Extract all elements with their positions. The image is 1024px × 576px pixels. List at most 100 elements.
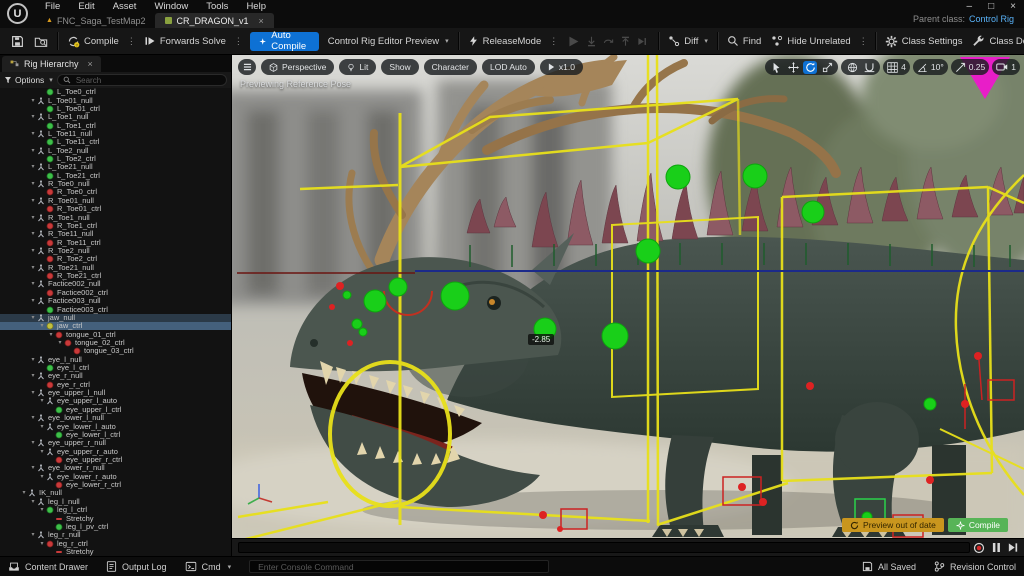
compile-button[interactable]: ? Compile [62,31,124,51]
class-defaults-button[interactable]: Class Defaults [967,31,1024,51]
maximize-button[interactable]: □ [988,1,994,12]
search-box[interactable] [56,74,227,86]
select-tool-icon[interactable] [769,61,783,74]
save-button[interactable] [6,31,29,51]
find-button[interactable]: Find [722,31,766,51]
expand-arrow[interactable]: ▾ [29,498,37,506]
tree-item-L_Toe01_null[interactable]: ▾ L_Toe01_null [0,96,231,104]
expand-arrow[interactable]: ▾ [47,331,55,339]
menu-edit[interactable]: Edit [69,0,103,13]
rotation-snap-toggle[interactable]: 10° [912,59,948,75]
tree-item-L_Toe11_null[interactable]: ▾ L_Toe11_null [0,129,231,138]
timeline-track[interactable] [238,542,970,553]
viewport-3d-scene[interactable] [232,55,1024,538]
tree-item-L_Toe01_ctrl[interactable]: L_Toe01_ctrl [0,104,231,113]
menu-help[interactable]: Help [237,0,275,13]
perspective-dropdown[interactable]: Perspective [261,59,335,75]
expand-arrow[interactable]: ▾ [38,540,46,548]
expand-arrow[interactable]: ▾ [29,130,37,138]
expand-arrow[interactable]: ▾ [29,372,37,380]
tree-item-R_Toe1_null[interactable]: ▾ R_Toe1_null [0,213,231,221]
tree-item-L_Toe2_null[interactable]: ▾ L_Toe2_null [0,146,231,155]
tree-item-jaw_null[interactable]: ▾ jaw_null [0,313,231,323]
expand-arrow[interactable]: ▾ [38,322,46,330]
forwards-solve-options-icon[interactable]: ⋮ [231,36,246,47]
expand-arrow[interactable]: ▾ [29,314,37,322]
tree-item-Factice002_ctrl[interactable]: Factice002_ctrl [0,288,231,297]
tree-item-tongue_03_ctrl[interactable]: tongue_03_ctrl [0,347,231,355]
tree-item-L_Toe0_ctrl[interactable]: L_Toe0_ctrl [0,88,231,96]
tree-item-R_Toe1_ctrl[interactable]: R_Toe1_ctrl [0,221,231,230]
menu-file[interactable]: File [36,0,69,13]
tree-item-eye_lower_r_ctrl[interactable]: eye_lower_r_ctrl [0,481,231,489]
tree-item-L_Toe21_ctrl[interactable]: L_Toe21_ctrl [0,171,231,180]
show-dropdown[interactable]: Show [381,59,419,75]
expand-arrow[interactable]: ▾ [29,230,37,238]
options-dropdown[interactable]: Options ▾ [4,75,53,85]
expand-arrow[interactable]: ▾ [38,473,46,481]
parent-class-link[interactable]: Control Rig [969,14,1014,24]
tree-item-leg_l_null[interactable]: ▾ leg_l_null [0,497,231,506]
expand-arrow[interactable]: ▾ [29,97,37,105]
tree-item-R_Toe11_ctrl[interactable]: R_Toe11_ctrl [0,238,231,246]
tree-item-leg_l_ctrl[interactable]: ▾ leg_l_ctrl [0,506,231,514]
world-space-icon[interactable] [845,61,859,74]
expand-arrow[interactable]: ▾ [20,489,28,497]
tree-item-R_Toe01_null[interactable]: ▾ R_Toe01_null [0,196,231,205]
rotate-tool-icon[interactable] [803,60,818,74]
menu-tools[interactable]: Tools [197,0,237,13]
minimize-button[interactable]: – [967,1,973,12]
expand-arrow[interactable]: ▾ [29,389,37,397]
tree-item-R_Toe0_ctrl[interactable]: R_Toe0_ctrl [0,188,231,196]
expand-arrow[interactable]: ▾ [29,414,37,422]
release-mode-options-icon[interactable]: ⋮ [546,36,561,47]
expand-arrow[interactable]: ▾ [29,356,37,364]
class-settings-button[interactable]: Class Settings [880,31,968,51]
expand-arrow[interactable]: ▾ [29,163,37,171]
tree-item-R_Toe21_null[interactable]: ▾ R_Toe21_null [0,263,231,272]
expand-arrow[interactable]: ▾ [56,339,64,347]
console-input-box[interactable] [249,560,550,573]
rig-hierarchy-tab[interactable]: Rig Hierarchy × [2,56,101,72]
tree-item-IK_null[interactable]: ▾ IK_null [0,489,231,497]
tab-rig[interactable]: CR_DRAGON_v1 × [155,13,274,28]
tree-item-Stretchy[interactable]: Stretchy [0,547,231,556]
tree-item-Factice003_null[interactable]: ▾ Factice003_null [0,297,231,305]
grid-snap-toggle[interactable]: 4 [883,59,910,75]
hide-unrelated-options-icon[interactable]: ⋮ [856,36,871,47]
close-button[interactable]: × [1010,1,1016,12]
compile-options-icon[interactable]: ⋮ [124,36,139,47]
tree-item-R_Toe0_null[interactable]: ▾ R_Toe0_null [0,180,231,188]
expand-arrow[interactable]: ▾ [29,214,37,222]
tree-item-R_Toe11_null[interactable]: ▾ R_Toe11_null [0,230,231,238]
scale-snap-toggle[interactable]: 0.25 [950,59,990,75]
tree-item-eye_lower_l_ctrl[interactable]: eye_lower_l_ctrl [0,430,231,439]
tree-item-Factice002_null[interactable]: ▾ Factice002_null [0,280,231,288]
console-input[interactable] [256,560,543,573]
expand-arrow[interactable]: ▾ [29,197,37,205]
expand-arrow[interactable]: ▾ [38,423,46,431]
menu-asset[interactable]: Asset [104,0,146,13]
pause-icon[interactable] [992,542,1001,553]
tree-item-R_Toe01_ctrl[interactable]: R_Toe01_ctrl [0,205,231,213]
playback-speed-button[interactable]: x1.0 [539,59,583,75]
expand-arrow[interactable]: ▾ [29,247,37,255]
viewport-compile-button[interactable]: Compile [947,518,1008,532]
viewport-menu-button[interactable] [238,59,256,75]
surface-snap-icon[interactable] [862,61,876,74]
expand-arrow[interactable]: ▾ [29,264,37,272]
tree-item-eye_upper_l_ctrl[interactable]: eye_upper_l_ctrl [0,405,231,414]
menu-window[interactable]: Window [145,0,197,13]
camera-speed-control[interactable]: 1 [992,59,1020,75]
character-dropdown[interactable]: Character [423,59,477,75]
lod-dropdown[interactable]: LOD Auto [482,59,535,75]
scale-tool-icon[interactable] [820,61,834,74]
expand-arrow[interactable]: ▾ [29,280,37,288]
output-log-button[interactable]: Output Log [106,561,167,572]
move-tool-icon[interactable] [786,61,800,74]
tree-item-L_Toe2_ctrl[interactable]: L_Toe2_ctrl [0,155,231,163]
revision-control-button[interactable]: Revision Control [934,561,1016,572]
tree-item-L_Toe1_null[interactable]: ▾ L_Toe1_null [0,113,231,121]
content-drawer-button[interactable]: Content Drawer [8,561,88,572]
tree-item-eye_l_null[interactable]: ▾ eye_l_null [0,355,231,364]
